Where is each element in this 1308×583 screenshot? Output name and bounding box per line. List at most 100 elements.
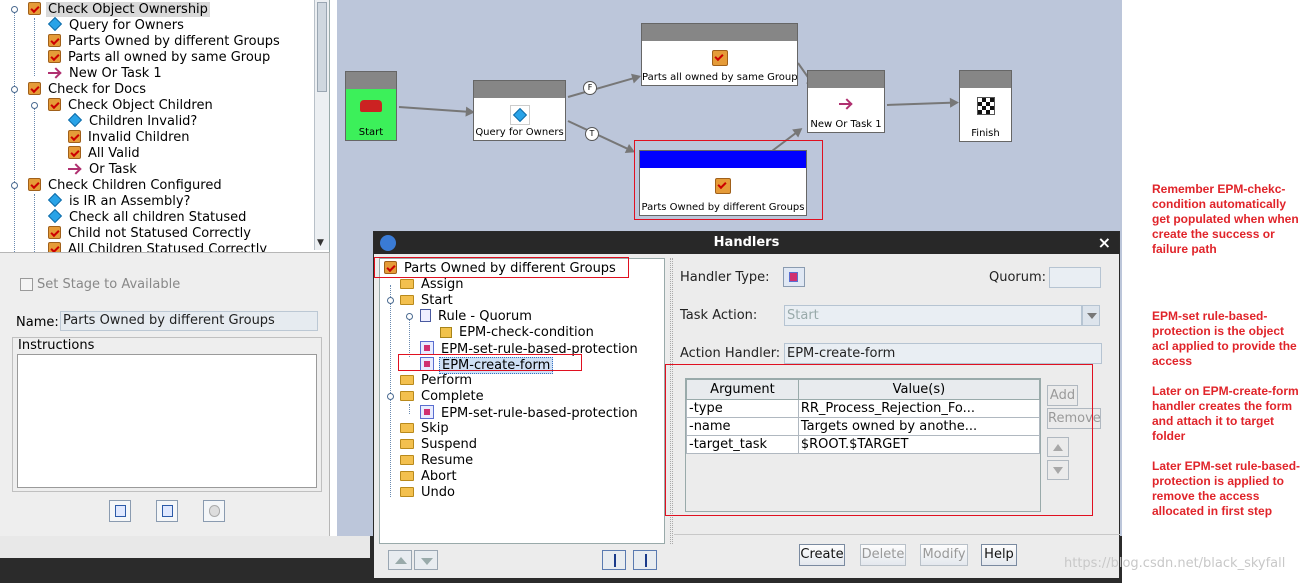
folder-icon (400, 439, 414, 449)
tree-item-check-children-configured[interactable]: Check Children Configured (28, 178, 224, 194)
task-action-select[interactable]: Start (784, 305, 1082, 326)
expand-toggle[interactable] (31, 102, 38, 109)
handler-tree-skip[interactable]: Skip (400, 421, 451, 437)
highlight-box-root (374, 257, 629, 278)
tree-item-is-ir-assembly[interactable]: is IR an Assembly? (47, 192, 192, 210)
node-finish[interactable]: Finish (959, 70, 1012, 142)
action-handler-label: Action Handler: (680, 346, 781, 361)
or-task-icon (48, 66, 62, 79)
templates-button[interactable] (156, 500, 178, 522)
expand-toggle[interactable] (11, 86, 18, 93)
tree-item-or-task[interactable]: Or Task (68, 162, 139, 178)
handler-tree-rule-quorum[interactable]: Rule - Quorum (420, 309, 534, 325)
chevron-down-icon[interactable] (1082, 305, 1100, 326)
condition-diamond-icon (47, 192, 63, 208)
move-up-button[interactable] (388, 550, 412, 570)
handler-type-button[interactable] (783, 267, 805, 287)
set-stage-checkbox[interactable] (20, 278, 33, 291)
condition-diamond-icon (47, 16, 63, 32)
expand-toggle[interactable] (11, 182, 18, 189)
node-start[interactable]: Start (345, 71, 397, 141)
tree-connector (409, 317, 410, 357)
task-icon (28, 2, 41, 15)
dialog-titlebar[interactable]: Handlers × (374, 232, 1119, 254)
handler-icon (420, 341, 434, 355)
tree-item-children-invalid[interactable]: Children Invalid? (67, 112, 199, 130)
tree-scrollbar[interactable]: ▼ (314, 0, 329, 250)
scrollbar-thumb[interactable] (317, 2, 327, 92)
tree-item-check-object-children[interactable]: Check Object Children (48, 98, 215, 114)
tree-connector (409, 404, 410, 414)
handler-tree-perform[interactable]: Perform (400, 373, 474, 389)
quorum-label: Quorum: (989, 270, 1047, 285)
action-handler-field[interactable]: EPM-create-form (784, 343, 1102, 364)
tree-item-parts-same-group[interactable]: Parts all owned by same Group (48, 50, 272, 66)
handler-tree-abort[interactable]: Abort (400, 469, 459, 485)
help-button[interactable]: Help (981, 544, 1017, 566)
process-tree-panel: Check Object Ownership Query for Owners … (0, 0, 330, 252)
modify-button[interactable]: Modify (920, 544, 968, 566)
tree-item-all-valid[interactable]: All Valid (68, 146, 142, 162)
move-down-button[interactable] (414, 550, 438, 570)
dialog-title: Handlers (713, 235, 780, 250)
rule-icon (420, 309, 431, 322)
handler-type-label: Handler Type: (680, 270, 770, 285)
tree-item-all-children-statused[interactable]: All Children Statused Correctly (48, 242, 269, 252)
handler-tree-epm-check-condition[interactable]: EPM-check-condition (440, 325, 596, 341)
handler-tree-resume[interactable]: Resume (400, 453, 475, 469)
handler-tree-suspend[interactable]: Suspend (400, 437, 479, 453)
quorum-field[interactable] (1049, 267, 1101, 288)
handler-tree-assign[interactable]: Assign (400, 277, 466, 293)
expand-all-button[interactable] (602, 550, 626, 570)
handler-tree-complete[interactable]: Complete (400, 389, 486, 405)
task-icon (48, 226, 61, 239)
tree-item-check-all-children-statused[interactable]: Check all children Statused (47, 208, 248, 226)
folder-icon (400, 471, 414, 481)
tree-connector (14, 186, 15, 252)
task-icon (711, 50, 728, 66)
create-button[interactable]: Create (799, 544, 845, 566)
expand-toggle[interactable] (11, 6, 18, 13)
tree-item-check-for-docs[interactable]: Check for Docs (28, 82, 148, 98)
tree-item-parts-different-groups[interactable]: Parts Owned by different Groups (48, 34, 282, 50)
handler-tree-undo[interactable]: Undo (400, 485, 457, 501)
highlight-box-create-form (398, 354, 582, 371)
folder-icon (400, 375, 414, 385)
disabled-tool-button[interactable] (203, 500, 225, 522)
tree-connector (390, 285, 391, 497)
attributes-button[interactable] (109, 500, 131, 522)
set-stage-label: Set Stage to Available (37, 277, 181, 292)
expand-toggle[interactable] (406, 313, 413, 320)
node-parts-all-same-group[interactable]: Parts all owned by same Group (641, 23, 798, 86)
tree-item-check-object-ownership[interactable]: Check Object Ownership (28, 2, 210, 18)
name-field[interactable]: Parts Owned by different Groups (60, 311, 318, 331)
task-icon (48, 242, 61, 252)
folder-icon (400, 455, 414, 465)
connector-query-different (567, 120, 634, 153)
node-new-or-task-1[interactable]: New Or Task 1 (807, 70, 885, 133)
handler-tree-epm-set-protection-complete[interactable]: EPM-set-rule-based-protection (420, 405, 640, 421)
condition-diamond-icon (67, 112, 83, 128)
handler-tree-start[interactable]: Start (400, 293, 455, 309)
expand-toggle[interactable] (387, 297, 394, 304)
collapse-all-button[interactable] (633, 550, 657, 570)
close-icon[interactable]: × (1098, 232, 1111, 254)
delete-button[interactable]: Delete (860, 544, 906, 566)
tree-item-invalid-children[interactable]: Invalid Children (68, 130, 191, 146)
highlight-box-arguments (665, 364, 1093, 516)
instructions-textarea[interactable] (17, 354, 317, 488)
expand-toggle[interactable] (387, 393, 394, 400)
tree-item-child-not-statused[interactable]: Child not Statused Correctly (48, 226, 253, 242)
scroll-down-icon[interactable]: ▼ (317, 238, 324, 248)
condition-frame (509, 105, 530, 125)
true-path-badge: T (585, 127, 599, 141)
tree-item-query-for-owners[interactable]: Query for Owners (47, 16, 186, 34)
tree-item-new-or-task-1[interactable]: New Or Task 1 (48, 66, 164, 82)
task-properties-panel: Set Stage to Available Name: Parts Owned… (0, 252, 330, 537)
tool-icon (209, 505, 220, 517)
connector-start-query (398, 106, 473, 114)
tree-connector (14, 10, 15, 92)
template-icon (162, 505, 173, 517)
task-icon (48, 50, 61, 63)
node-query-for-owners[interactable]: Query for Owners (473, 80, 566, 141)
